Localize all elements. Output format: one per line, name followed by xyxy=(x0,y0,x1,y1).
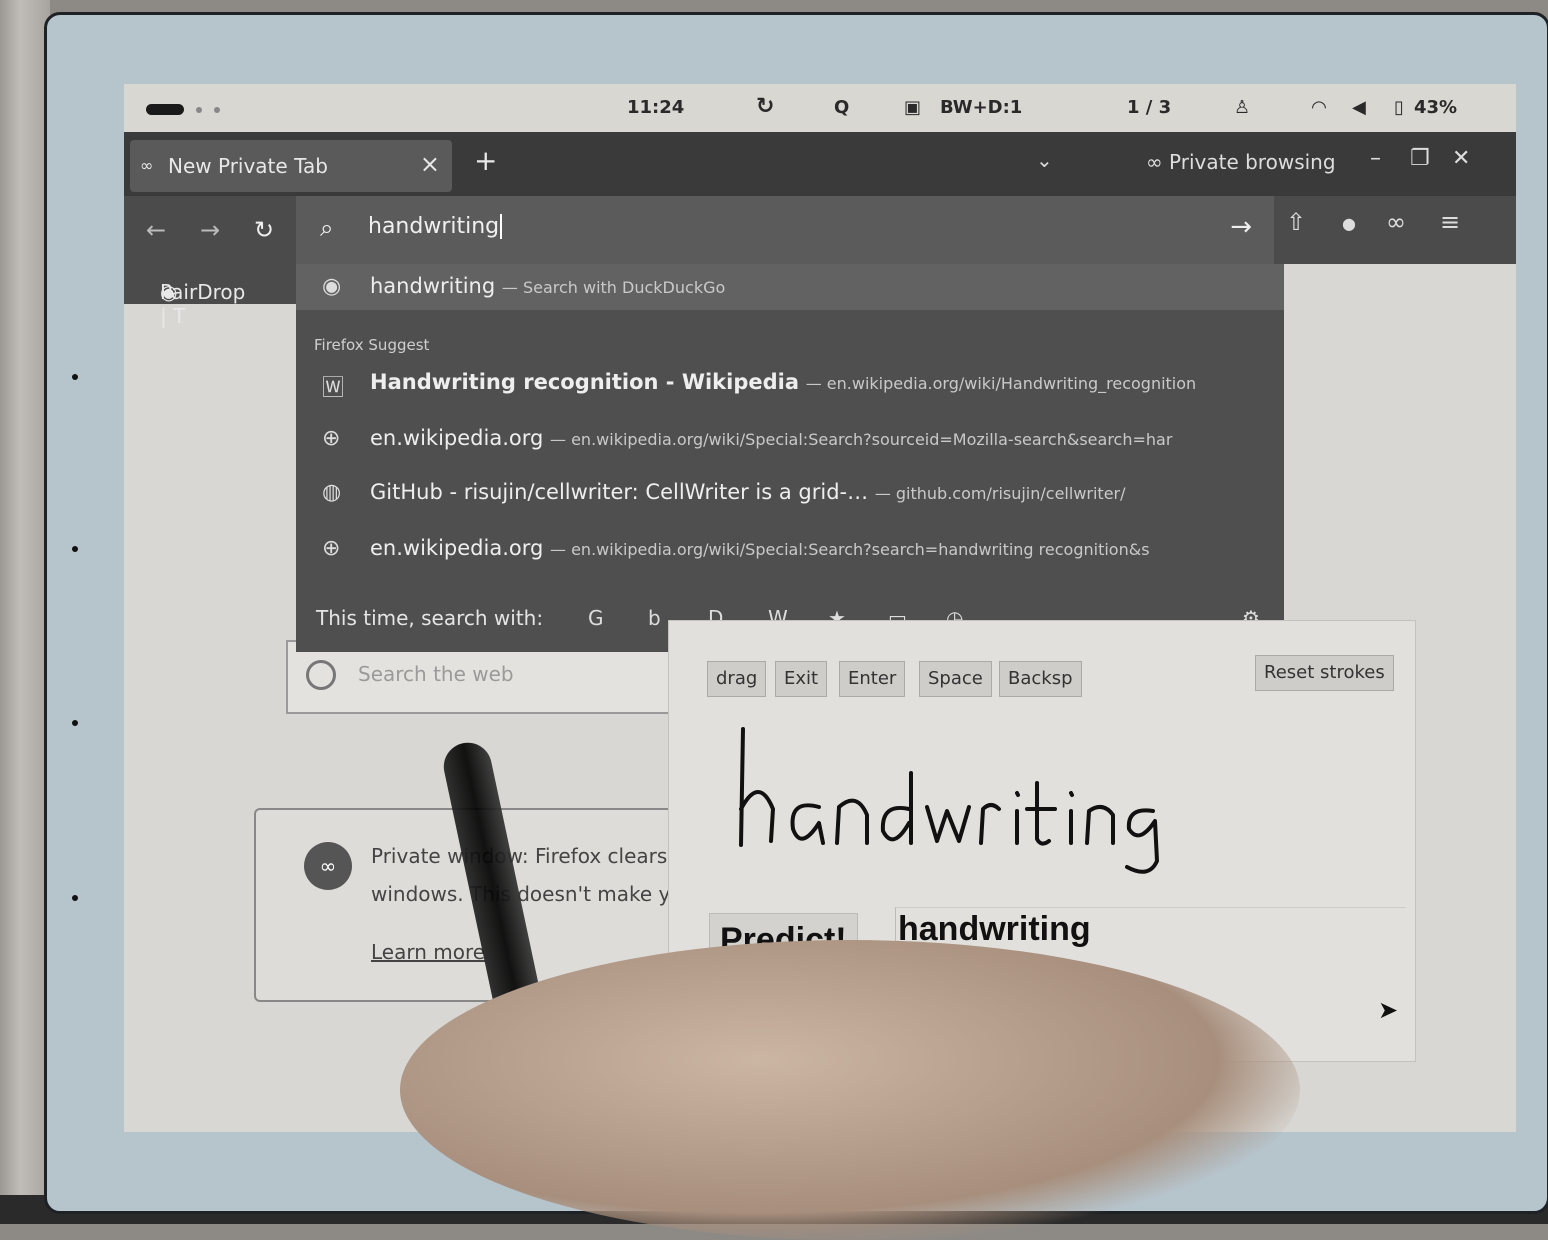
globe-icon: ⊕ xyxy=(322,536,341,561)
display-mode-label[interactable]: BW+D:1 xyxy=(940,97,1022,118)
battery-level: 43% xyxy=(1414,97,1458,118)
page-dot xyxy=(214,107,220,113)
user-hand xyxy=(400,940,1300,1240)
tab-strip: ∞ New Private Tab × + ⌄ ∞ Private browsi… xyxy=(124,132,1516,196)
private-indicator-icon[interactable]: ● xyxy=(1342,214,1356,233)
tab-label: New Private Tab xyxy=(168,154,328,178)
suggestion-title: GitHub - risujin/cellwriter: CellWriter … xyxy=(370,480,869,504)
exit-button[interactable]: Exit xyxy=(775,661,828,697)
bezel-dot xyxy=(72,374,78,380)
refresh-icon[interactable]: ↻ xyxy=(756,94,774,119)
learn-more-link[interactable]: Learn more xyxy=(371,940,485,964)
suggestion-url: — en.wikipedia.org/wiki/Special:Search?s… xyxy=(550,430,1173,449)
go-arrow-button[interactable]: → xyxy=(1230,212,1252,242)
list-all-tabs-chevron-icon[interactable]: ⌄ xyxy=(1036,148,1053,172)
suggestion-url: — en.wikipedia.org/wiki/Special:Search?s… xyxy=(550,540,1150,559)
suggestion-title: Handwriting recognition - Wikipedia xyxy=(370,370,800,394)
enter-button[interactable]: Enter xyxy=(839,661,906,697)
forward-button[interactable]: → xyxy=(200,216,220,244)
close-window-button[interactable]: ✕ xyxy=(1452,146,1470,171)
back-button[interactable]: ← xyxy=(146,216,166,244)
backspace-button[interactable]: Backsp xyxy=(999,661,1082,697)
bezel-dot xyxy=(72,546,78,552)
battery-icon: ▯ xyxy=(1394,97,1404,118)
ink-strokes xyxy=(739,727,1159,874)
restore-button[interactable]: ❐ xyxy=(1410,146,1430,171)
quick-settings-button[interactable]: Q xyxy=(834,97,849,118)
firefox-suggest-header: Firefox Suggest xyxy=(314,336,430,354)
suggestion-title: en.wikipedia.org xyxy=(370,426,544,450)
private-mask-icon: ∞ xyxy=(1146,150,1170,174)
wikipedia-icon: 🅆 xyxy=(322,376,345,401)
device-case xyxy=(0,0,50,1224)
suggestion-engine: — Search with DuckDuckGo xyxy=(501,278,726,297)
display-mode-icon[interactable]: ▣ xyxy=(904,97,921,118)
duckduckgo-icon: ◉ xyxy=(322,274,342,299)
github-icon: ◍ xyxy=(322,480,342,505)
new-tab-button[interactable]: + xyxy=(474,144,497,177)
reload-button[interactable]: ↻ xyxy=(254,216,274,244)
suggestion-url: — en.wikipedia.org/wiki/Handwriting_reco… xyxy=(805,374,1197,393)
accessibility-icon[interactable]: ♙ xyxy=(1234,97,1250,118)
globe-icon: ⊕ xyxy=(322,426,341,451)
url-bar[interactable]: ⌕ handwriting → xyxy=(296,196,1274,264)
search-suggestion-row[interactable]: ◉ handwriting — Search with DuckDuckGo xyxy=(296,264,1284,310)
suggestion-row[interactable]: 🅆 Handwriting recognition - Wikipedia — … xyxy=(296,360,1284,406)
url-input[interactable]: handwriting xyxy=(368,214,503,239)
suggestion-title: en.wikipedia.org xyxy=(370,536,544,560)
minimize-button[interactable]: – xyxy=(1370,146,1381,171)
private-browsing-label: Private browsing xyxy=(1169,150,1336,174)
mouse-cursor-icon: ➤ xyxy=(1378,996,1399,1024)
suggestion-query: handwriting xyxy=(370,274,496,298)
url-suggestions-dropdown: ◉ handwriting — Search with DuckDuckGo F… xyxy=(296,264,1284,652)
handwriting-canvas[interactable] xyxy=(669,711,1415,901)
bezel-dot xyxy=(72,720,78,726)
search-with-label: This time, search with: xyxy=(316,606,544,630)
status-bar: 11:24 ↻ Q ▣ BW+D:1 1 / 3 ♙ ◠ ◀ ▯ 43% xyxy=(124,84,1516,132)
private-mask-icon: ∞ xyxy=(304,842,352,890)
suggestion-row[interactable]: ⊕ en.wikipedia.org — en.wikipedia.org/wi… xyxy=(296,526,1284,572)
search-icon: ⌕ xyxy=(320,214,334,242)
volume-icon[interactable]: ◀ xyxy=(1352,97,1366,118)
extensions-icon[interactable]: ⇧ xyxy=(1286,208,1306,236)
suggestion-row[interactable]: ◍ GitHub - risujin/cellwriter: CellWrite… xyxy=(296,470,1284,516)
bookmark-label: PairDrop | T xyxy=(160,280,246,328)
bezel-dot xyxy=(72,895,78,901)
bookmarks-bar: ◉ PairDrop | T xyxy=(124,264,296,328)
menu-hamburger-icon[interactable]: ≡ xyxy=(1440,208,1460,236)
menu-pill-icon[interactable] xyxy=(146,104,184,115)
search-placeholder: Search the web xyxy=(358,662,514,686)
clock: 11:24 xyxy=(627,97,685,118)
private-browsing-indicator: ∞ Private browsing xyxy=(1146,150,1336,174)
google-engine-icon[interactable]: G xyxy=(588,606,604,630)
tab-new-private-tab[interactable]: ∞ New Private Tab × xyxy=(130,140,452,192)
page-indicator[interactable]: 1 / 3 xyxy=(1127,97,1171,118)
suggestion-url: — github.com/risujin/cellwriter/ xyxy=(874,484,1126,503)
suggestion-row[interactable]: ⊕ en.wikipedia.org — en.wikipedia.org/wi… xyxy=(296,416,1284,462)
space-button[interactable]: Space xyxy=(919,661,992,697)
reset-strokes-button[interactable]: Reset strokes xyxy=(1255,655,1394,691)
vpn-toggle-icon[interactable]: ∞ xyxy=(1386,208,1406,236)
private-mask-icon: ∞ xyxy=(140,156,154,175)
page-dot xyxy=(196,107,202,113)
wifi-icon[interactable]: ◠ xyxy=(1312,97,1326,118)
drag-button[interactable]: drag xyxy=(707,661,767,697)
duckduckgo-icon xyxy=(306,660,336,690)
private-info-line1: Private window: Firefox clears xyxy=(371,844,668,868)
bing-engine-icon[interactable]: b xyxy=(648,606,661,630)
close-tab-icon[interactable]: × xyxy=(420,150,440,178)
